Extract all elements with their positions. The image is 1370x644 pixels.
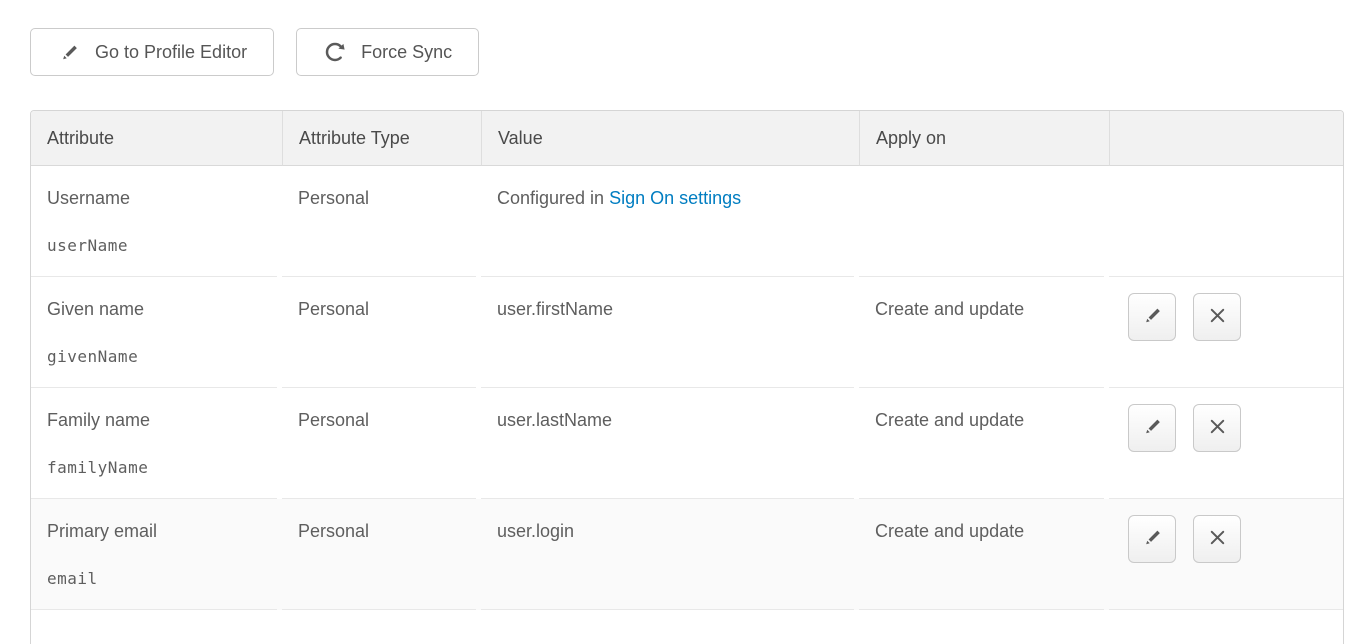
actions-cell bbox=[1109, 499, 1343, 610]
attribute-mappings-page: Go to Profile Editor Force Sync Attribut… bbox=[0, 0, 1370, 644]
pencil-icon bbox=[1141, 415, 1164, 441]
apply-on-cell: Create and update bbox=[859, 277, 1109, 388]
apply-on-cell bbox=[859, 166, 1109, 277]
attribute-variable: familyName bbox=[47, 458, 266, 477]
value-text: Configured in bbox=[497, 188, 609, 208]
value-cell: Configured in Sign On settings bbox=[481, 166, 859, 277]
remove-button[interactable] bbox=[1193, 404, 1241, 452]
actions-cell bbox=[1109, 166, 1343, 277]
attribute-label: Given name bbox=[47, 299, 266, 320]
actions-cell bbox=[1109, 277, 1343, 388]
close-icon bbox=[1207, 527, 1228, 551]
value-cell: user.lastName bbox=[481, 388, 859, 499]
attribute-label: Username bbox=[47, 188, 266, 209]
pencil-icon bbox=[1141, 304, 1164, 330]
attribute-label: Family name bbox=[47, 410, 266, 431]
attribute-type-cell: Personal bbox=[282, 499, 481, 610]
attribute-cell: Given name givenName bbox=[31, 277, 282, 388]
column-header-attribute: Attribute bbox=[31, 111, 282, 166]
go-to-profile-editor-label: Go to Profile Editor bbox=[95, 43, 247, 61]
column-header-actions bbox=[1109, 111, 1343, 166]
table-row-given-name: Given name givenName Personal user.first… bbox=[31, 277, 1343, 388]
value-cell: user.login bbox=[481, 499, 859, 610]
sign-on-settings-link[interactable]: Sign On settings bbox=[609, 188, 741, 208]
sync-icon bbox=[323, 40, 347, 64]
attribute-label: Primary email bbox=[47, 521, 266, 542]
attribute-variable: userName bbox=[47, 236, 266, 255]
column-header-value: Value bbox=[481, 111, 859, 166]
table-row-primary-email: Primary email email Personal user.login … bbox=[31, 499, 1343, 610]
attribute-type-cell: Personal bbox=[282, 166, 481, 277]
column-header-attribute-type: Attribute Type bbox=[282, 111, 481, 166]
attribute-cell: Username userName bbox=[31, 166, 282, 277]
table-header: Attribute Attribute Type Value Apply on bbox=[31, 111, 1343, 166]
remove-button[interactable] bbox=[1193, 515, 1241, 563]
attribute-mappings-table: Attribute Attribute Type Value Apply on … bbox=[30, 110, 1344, 644]
remove-button[interactable] bbox=[1193, 293, 1241, 341]
value-cell: user.firstName bbox=[481, 277, 859, 388]
attribute-variable: email bbox=[47, 569, 266, 588]
go-to-profile-editor-button[interactable]: Go to Profile Editor bbox=[30, 28, 274, 76]
pencil-icon bbox=[57, 40, 81, 64]
pencil-icon bbox=[1141, 526, 1164, 552]
empty-cell bbox=[31, 610, 1343, 644]
edit-button[interactable] bbox=[1128, 404, 1176, 452]
attribute-type-cell: Personal bbox=[282, 277, 481, 388]
apply-on-cell: Create and update bbox=[859, 499, 1109, 610]
apply-on-cell: Create and update bbox=[859, 388, 1109, 499]
attribute-cell: Family name familyName bbox=[31, 388, 282, 499]
table-row-family-name: Family name familyName Personal user.las… bbox=[31, 388, 1343, 499]
table-row-username: Username userName Personal Configured in… bbox=[31, 166, 1343, 277]
edit-button[interactable] bbox=[1128, 515, 1176, 563]
column-header-apply-on: Apply on bbox=[859, 111, 1109, 166]
force-sync-button[interactable]: Force Sync bbox=[296, 28, 479, 76]
close-icon bbox=[1207, 416, 1228, 440]
force-sync-label: Force Sync bbox=[361, 43, 452, 61]
close-icon bbox=[1207, 305, 1228, 329]
attribute-cell: Primary email email bbox=[31, 499, 282, 610]
actions-cell bbox=[1109, 388, 1343, 499]
edit-button[interactable] bbox=[1128, 293, 1176, 341]
attribute-variable: givenName bbox=[47, 347, 266, 366]
table-row-partial bbox=[31, 610, 1343, 644]
attribute-type-cell: Personal bbox=[282, 388, 481, 499]
toolbar: Go to Profile Editor Force Sync bbox=[30, 28, 1344, 76]
